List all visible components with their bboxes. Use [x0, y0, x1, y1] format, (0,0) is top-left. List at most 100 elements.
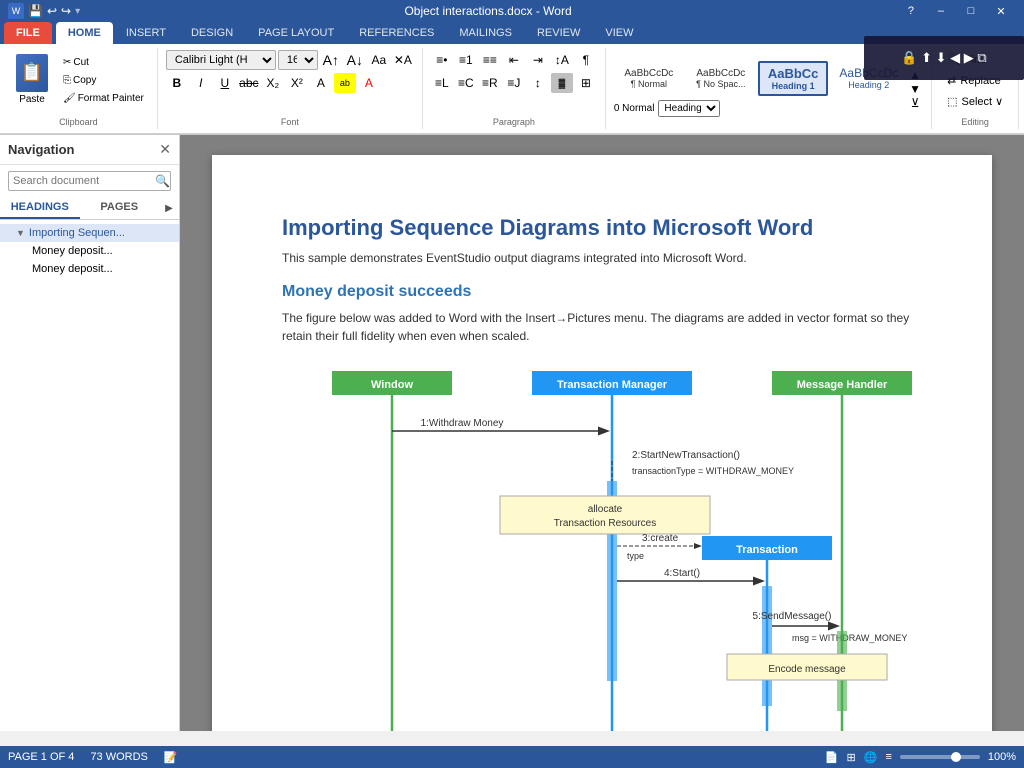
nav-item-money1[interactable]: Money deposit... — [0, 242, 179, 260]
view-mode-read[interactable]: 📄 — [825, 751, 839, 764]
sort-button[interactable]: ↕A — [551, 50, 573, 70]
search-icon: 🔍 — [155, 174, 170, 188]
svg-text:4:Start(): 4:Start() — [664, 568, 700, 579]
strikethrough-button[interactable]: abc — [238, 73, 260, 93]
style-nospace[interactable]: AaBbCcDc ¶ No Spac... — [686, 64, 756, 93]
align-center-button[interactable]: ≡C — [455, 73, 477, 93]
tab-view[interactable]: VIEW — [593, 22, 645, 44]
editing-group-label: Editing — [961, 115, 989, 127]
nav-tabs: HEADINGS PAGES ▶ — [0, 197, 179, 220]
clear-formatting-button[interactable]: ✕A — [392, 50, 414, 70]
copy-icon: ⎘ — [63, 75, 71, 86]
style-normal[interactable]: AaBbCcDc ¶ Normal — [614, 64, 684, 93]
tab-references[interactable]: REFERENCES — [347, 22, 446, 44]
view-mode-layout[interactable]: ⊞ — [847, 751, 856, 764]
align-right-button[interactable]: ≡R — [479, 73, 501, 93]
zoom-slider[interactable] — [900, 755, 980, 759]
nav-close-button[interactable]: ✕ — [159, 141, 171, 158]
justify-button[interactable]: ≡J — [503, 73, 525, 93]
title-bar-left: W 💾 ↩ ↪ ▾ — [8, 3, 80, 19]
format-painter-button[interactable]: 🖌 Format Painter — [58, 90, 149, 107]
tab-insert[interactable]: INSERT — [114, 22, 178, 44]
decrease-indent-button[interactable]: ⇤ — [503, 50, 525, 70]
numbering-button[interactable]: ≡1 — [455, 50, 477, 70]
font-name-select[interactable]: Calibri Light (H — [166, 50, 276, 70]
tab-design[interactable]: DESIGN — [179, 22, 245, 44]
help-button[interactable]: ? — [896, 0, 926, 22]
increase-indent-button[interactable]: ⇥ — [527, 50, 549, 70]
copy-button[interactable]: ⎘ Copy — [58, 72, 149, 89]
nav-header: Navigation ✕ — [0, 135, 179, 165]
nav-tab-arrow[interactable]: ▶ — [159, 197, 179, 219]
undo-icon[interactable]: ↩ — [47, 4, 57, 18]
svg-text:msg = WITHDRAW_MONEY: msg = WITHDRAW_MONEY — [792, 633, 907, 643]
font-group-label: Font — [281, 115, 299, 127]
window-controls: ? – □ ✕ — [896, 0, 1016, 22]
svg-text:Transaction Resources: Transaction Resources — [554, 518, 656, 529]
tab-mailings[interactable]: MAILINGS — [447, 22, 524, 44]
text-highlight-button[interactable]: ab — [334, 73, 356, 93]
nav-item-label: Money deposit... — [32, 245, 113, 257]
change-case-button[interactable]: Aa — [368, 50, 390, 70]
maximize-button[interactable]: □ — [956, 0, 986, 22]
borders-button[interactable]: ⊞ — [575, 73, 597, 93]
cut-button[interactable]: ✂ Cut — [58, 54, 149, 71]
format-painter-icon: 🖌 — [63, 93, 76, 104]
doc-intro: This sample demonstrates EventStudio out… — [282, 249, 922, 267]
svg-text:Message Handler: Message Handler — [797, 379, 888, 391]
shrink-font-button[interactable]: A↓ — [344, 50, 366, 70]
svg-text:Transaction Manager: Transaction Manager — [557, 379, 668, 391]
tab-review[interactable]: REVIEW — [525, 22, 592, 44]
doc-title: Importing Sequence Diagrams into Microso… — [282, 215, 922, 241]
line-spacing-button[interactable]: ↕ — [527, 73, 549, 93]
close-button[interactable]: ✕ — [986, 0, 1016, 22]
nav-item-importing[interactable]: ▼ Importing Sequen... — [0, 224, 179, 242]
tab-home[interactable]: HOME — [56, 22, 113, 44]
word-count: 73 WORDS — [90, 751, 147, 763]
tab-pagelayout[interactable]: PAGE LAYOUT — [246, 22, 346, 44]
multilevel-list-button[interactable]: ≡≡ — [479, 50, 501, 70]
font-size-select[interactable]: 16 — [278, 50, 318, 70]
align-left-button[interactable]: ≡L — [431, 73, 453, 93]
svg-text:1:Withdraw Money: 1:Withdraw Money — [421, 418, 504, 429]
nav-item-money2[interactable]: Money deposit... — [0, 260, 179, 278]
italic-button[interactable]: I — [190, 73, 212, 93]
document-area: Importing Sequence Diagrams into Microso… — [180, 135, 1024, 731]
svg-text:Encode message: Encode message — [768, 664, 846, 675]
main-layout: Navigation ✕ 🔍 HEADINGS PAGES ▶ ▼ Import… — [0, 135, 1024, 731]
paragraph-group: ≡• ≡1 ≡≡ ⇤ ⇥ ↕A ¶ ≡L ≡C ≡R ≡J ↕ ▓ ⊞ — [423, 48, 606, 129]
minimize-button[interactable]: – — [926, 0, 956, 22]
doc-heading2: Money deposit succeeds — [282, 283, 922, 301]
font-group: Calibri Light (H 16 A↑ A↓ Aa ✕A B I U — [158, 48, 423, 129]
superscript-button[interactable]: X² — [286, 73, 308, 93]
tab-headings[interactable]: HEADINGS — [0, 197, 80, 219]
redo-icon[interactable]: ↪ — [61, 4, 71, 18]
underline-button[interactable]: U — [214, 73, 236, 93]
tab-pages[interactable]: PAGES — [80, 197, 160, 219]
document-page: Importing Sequence Diagrams into Microso… — [212, 155, 992, 731]
customize-qat[interactable]: ▾ — [75, 6, 80, 17]
paste-button[interactable]: 📋 Paste — [8, 50, 56, 108]
font-color-button[interactable]: A — [358, 73, 380, 93]
svg-text:3:create: 3:create — [642, 533, 679, 544]
heading-select[interactable]: Heading — [658, 100, 720, 117]
grow-font-button[interactable]: A↑ — [320, 50, 342, 70]
bullets-button[interactable]: ≡• — [431, 50, 453, 70]
save-icon[interactable]: 💾 — [28, 4, 43, 18]
bold-button[interactable]: B — [166, 73, 188, 93]
doc-body1: The figure below was added to Word with … — [282, 309, 922, 345]
paste-icon: 📋 — [16, 54, 48, 92]
show-formatting-button[interactable]: ¶ — [575, 50, 597, 70]
tab-file[interactable]: FILE — [4, 22, 52, 44]
view-mode-outline[interactable]: ≡ — [885, 751, 891, 763]
select-button[interactable]: ⬚ Select ∨ — [940, 92, 1010, 111]
svg-text:Transaction: Transaction — [736, 544, 798, 556]
text-effects-button[interactable]: A — [310, 73, 332, 93]
subscript-button[interactable]: X₂ — [262, 73, 284, 93]
view-mode-web[interactable]: 🌐 — [864, 751, 878, 764]
style-heading1[interactable]: AaBbCc Heading 1 — [758, 61, 829, 96]
search-input[interactable] — [13, 175, 155, 187]
nav-title: Navigation — [8, 142, 74, 157]
shading-button[interactable]: ▓ — [551, 73, 573, 93]
popup-overlay: 🔒 ⬆ ⬇ ◀ ▶ ⧉ — [864, 36, 1024, 80]
